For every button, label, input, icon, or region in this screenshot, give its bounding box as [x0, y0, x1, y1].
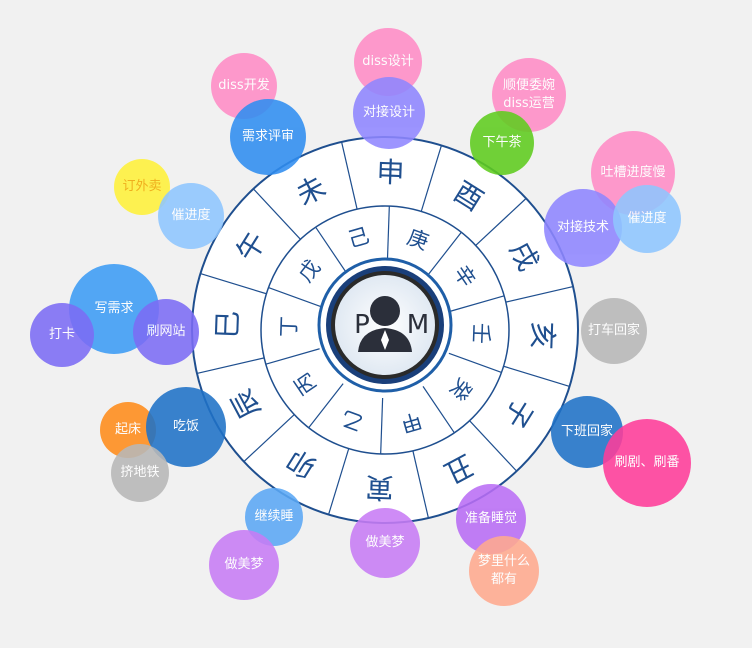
bubble-label: 吃饭: [172, 419, 199, 434]
bubble-tea: 下午茶: [470, 111, 534, 175]
bubble-urge-left: 催进度: [158, 183, 224, 249]
center-label-p: P: [354, 310, 370, 340]
bubble-connect-design: 对接设计: [353, 77, 425, 149]
bubble-label: 准备睡觉: [464, 511, 517, 526]
bubble-label: 订外卖: [122, 179, 162, 194]
bubble-label: 起床: [114, 422, 141, 437]
bubble-label: 对接设计: [362, 105, 415, 120]
outer-ring-label: 申: [376, 156, 405, 190]
bubble-browse: 刷网站: [133, 299, 199, 365]
inner-ring-label: 丁: [277, 316, 302, 338]
bubble-label: 写需求: [94, 301, 134, 316]
bubble-label: 继续睡: [254, 509, 294, 524]
bubble-label: 做美梦: [365, 535, 405, 550]
bubble-connect-tech: 对接技术: [544, 189, 622, 267]
bubble-label: 需求评审: [241, 129, 294, 144]
bubble-label: 对接技术: [556, 220, 609, 235]
bubble-label: 下午茶: [482, 135, 522, 150]
bubble-subway: 挤地铁: [111, 444, 169, 502]
bubble-label: 催进度: [627, 211, 667, 226]
bubble-label: 吐槽进度慢: [600, 165, 666, 180]
bubble-taxi-home: 打车回家: [581, 298, 647, 364]
bubble-label: 顺便委婉 diss运营: [502, 78, 555, 111]
outer-ring-label: 寅: [365, 470, 394, 504]
inner-ring-label: 壬: [469, 322, 494, 344]
bubble-label: 打卡: [48, 327, 75, 342]
bubble-label: 刷网站: [146, 324, 186, 339]
bubble-label: 梦里什么 都有: [477, 554, 530, 587]
bubble-dream1: 做美梦: [209, 530, 279, 600]
bubble-label: 挤地铁: [120, 465, 160, 480]
bubble-dream-all: 梦里什么 都有: [469, 536, 539, 606]
bubble-binge: 刷剧、刷番: [603, 419, 691, 507]
bubble-label: diss开发: [218, 78, 270, 93]
outer-ring-label: 巳: [211, 310, 245, 339]
bubble-label: 做美梦: [224, 557, 264, 572]
bubble-clock-in: 打卡: [30, 303, 94, 367]
bubble-urge-right: 催进度: [613, 185, 681, 253]
center-label-m: M: [407, 310, 429, 340]
bubble-req-review: 需求评审: [230, 99, 306, 175]
bubble-dream2: 做美梦: [350, 508, 420, 578]
bubble-label: 催进度: [171, 208, 211, 223]
bubble-label: 下班回家: [560, 424, 613, 439]
outer-ring-label: 亥: [525, 321, 559, 350]
bubble-label: 打车回家: [587, 323, 640, 338]
bubble-label: diss设计: [362, 54, 414, 69]
bubble-label: 刷剧、刷番: [614, 455, 680, 470]
